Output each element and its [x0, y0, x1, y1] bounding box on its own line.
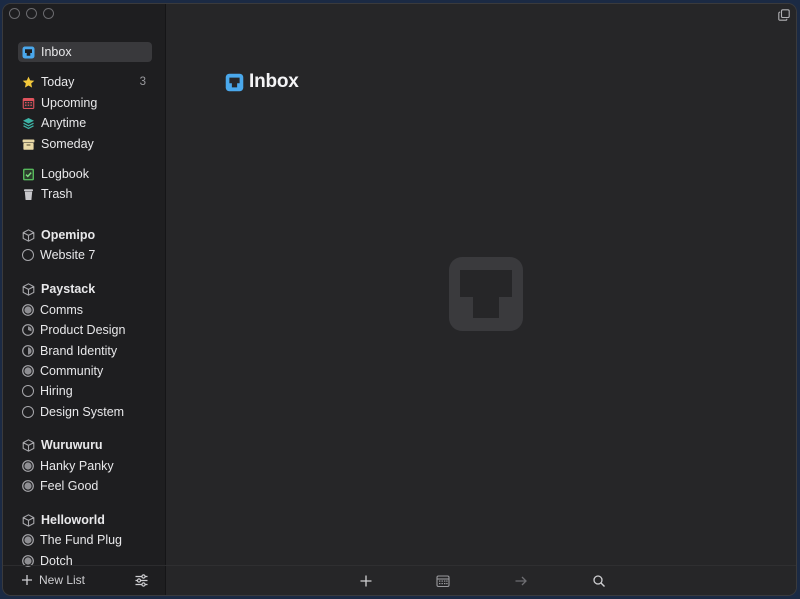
window-controls: [9, 8, 54, 19]
sidebar-project-hiring[interactable]: Hiring: [18, 381, 152, 401]
layers-icon: [22, 117, 35, 130]
project-progress-icon: [22, 304, 34, 316]
sidebar-project-label: The Fund Plug: [40, 533, 122, 547]
sidebar-item-label: Anytime: [41, 116, 87, 130]
close-window-button[interactable]: [9, 8, 20, 19]
sidebar-project-feel-good[interactable]: Feel Good: [18, 476, 152, 496]
sidebar-item-upcoming[interactable]: Upcoming: [18, 93, 152, 113]
when-calendar-icon[interactable]: [436, 574, 450, 588]
add-todo-plus-icon[interactable]: [359, 574, 373, 588]
duplicate-window-icon[interactable]: [778, 9, 790, 21]
sidebar-item-label: Inbox: [41, 45, 72, 59]
sidebar-item-inbox[interactable]: Inbox: [18, 42, 152, 62]
inbox-tray-icon: [22, 46, 35, 59]
plus-icon: [22, 575, 32, 585]
minimize-window-button[interactable]: [26, 8, 37, 19]
sidebar-project-product-design[interactable]: Product Design: [18, 320, 152, 340]
app-window: Inbox Today 3 Upcoming Anytime Someday L…: [2, 3, 797, 596]
project-progress-icon: [22, 480, 34, 492]
new-list-label: New List: [39, 573, 86, 587]
cube-icon: [22, 513, 35, 527]
cube-icon: [22, 228, 35, 242]
search-icon[interactable]: [592, 574, 606, 588]
project-progress-icon: [22, 365, 34, 377]
sidebar-area-wuruwuru[interactable]: Wuruwuru: [18, 435, 152, 455]
project-progress-icon: [22, 324, 34, 336]
page-title: Inbox: [249, 71, 299, 92]
project-progress-icon: [22, 345, 34, 357]
sidebar-item-logbook[interactable]: Logbook: [18, 164, 152, 184]
sidebar-project-label: Comms: [40, 303, 84, 317]
trash-icon: [22, 188, 35, 201]
sidebar-area-label: Opemipo: [41, 228, 96, 242]
sidebar-footer: New List: [3, 565, 166, 595]
main-toolbar: [166, 565, 796, 595]
move-arrow-right-icon[interactable]: [514, 574, 528, 588]
project-progress-icon: [22, 534, 34, 546]
logbook-check-icon: [22, 168, 35, 181]
sidebar-item-today[interactable]: Today 3: [18, 72, 152, 92]
sidebar-item-label: Trash: [41, 187, 73, 201]
sidebar-project-label: Hiring: [40, 384, 73, 398]
sidebar-item-trash[interactable]: Trash: [18, 184, 152, 204]
sidebar-project-label: Website 7: [40, 248, 96, 262]
sidebar-project-community[interactable]: Community: [18, 361, 152, 381]
sidebar-item-anytime[interactable]: Anytime: [18, 113, 152, 133]
today-count-badge: 3: [139, 76, 146, 88]
sidebar: Inbox Today 3 Upcoming Anytime Someday L…: [3, 4, 166, 595]
cube-icon: [22, 282, 35, 296]
calendar-icon: [22, 97, 35, 110]
sidebar-project-hanky-panky[interactable]: Hanky Panky: [18, 456, 152, 476]
archive-box-icon: [22, 138, 35, 151]
zoom-window-button[interactable]: [43, 8, 54, 19]
sidebar-item-label: Logbook: [41, 167, 89, 181]
sidebar-project-label: Design System: [40, 405, 125, 419]
sidebar-project-label: Brand Identity: [40, 344, 118, 358]
sidebar-area-label: Paystack: [41, 282, 96, 296]
sidebar-project-label: Feel Good: [40, 479, 99, 493]
project-progress-icon: [22, 406, 34, 418]
sidebar-area-label: Wuruwuru: [41, 438, 103, 452]
main-content: Inbox: [166, 4, 796, 595]
sliders-settings-icon[interactable]: [134, 573, 149, 588]
sidebar-project-label: Community: [40, 364, 104, 378]
sidebar-project-website-7[interactable]: Website 7: [18, 245, 152, 265]
project-progress-icon: [22, 385, 34, 397]
sidebar-area-helloworld[interactable]: Helloworld: [18, 510, 152, 530]
page-header: Inbox: [225, 71, 299, 93]
sidebar-area-label: Helloworld: [41, 513, 105, 527]
sidebar-project-the-fund-plug[interactable]: The Fund Plug: [18, 530, 152, 550]
empty-inbox-placeholder-icon: [449, 257, 523, 331]
sidebar-project-label: Product Design: [40, 323, 126, 337]
sidebar-item-label: Upcoming: [41, 96, 98, 110]
sidebar-project-brand-identity[interactable]: Brand Identity: [18, 341, 152, 361]
sidebar-project-comms[interactable]: Comms: [18, 300, 152, 320]
new-list-button[interactable]: New List: [21, 573, 85, 587]
sidebar-area-opemipo[interactable]: Opemipo: [18, 225, 152, 245]
sidebar-item-label: Someday: [41, 137, 94, 151]
inbox-tray-icon: [225, 73, 244, 91]
project-progress-icon: [22, 249, 34, 261]
sidebar-project-design-system[interactable]: Design System: [18, 402, 152, 422]
project-progress-icon: [22, 460, 34, 472]
cube-icon: [22, 438, 35, 452]
sidebar-area-paystack[interactable]: Paystack: [18, 279, 152, 299]
sidebar-item-label: Today: [41, 75, 75, 89]
star-icon: [22, 76, 35, 89]
sidebar-item-someday[interactable]: Someday: [18, 134, 152, 154]
sidebar-project-label: Hanky Panky: [40, 459, 114, 473]
